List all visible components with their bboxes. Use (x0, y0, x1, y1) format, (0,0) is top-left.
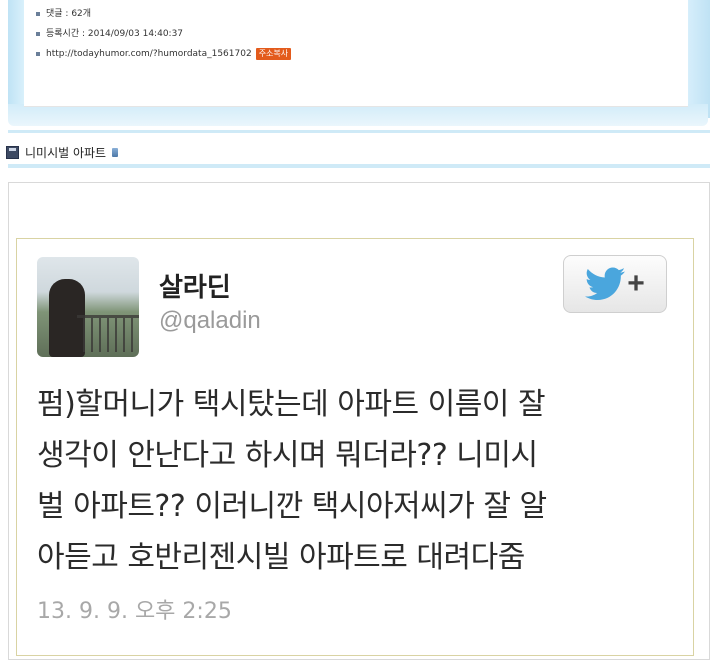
tweet-line: 벌 아파트?? 이러니깐 택시아저씨가 잘 알 (37, 489, 547, 524)
follow-button[interactable]: + (563, 255, 667, 313)
tweet-user-handle: @qaladin (159, 307, 261, 334)
frame-left (8, 0, 24, 112)
tweet-line: 펌)할머니가 택시탔는데 아파트 이름이 잘 (37, 387, 546, 422)
divider (8, 164, 710, 168)
tweet-text: 펌)할머니가 택시탔는데 아파트 이름이 잘 생각이 안난다고 하시며 뭐더라?… (37, 379, 677, 583)
floppy-disk-icon (6, 145, 19, 159)
tweet-screenshot: 살라딘 @qaladin + 펌)할머니가 택시탔는데 아파트 이름이 잘 생각… (16, 238, 694, 656)
frame-right (688, 0, 710, 118)
tweet-line: 아듣고 호반리젠시빌 아파트로 대려다줌 (37, 540, 525, 575)
post-title: 니미시벌 아파트 (25, 145, 107, 160)
post-title-row: 니미시벌 아파트 (6, 144, 119, 160)
post-meta-panel: 댓글 : 62개 등록시간 : 2014/09/03 14:40:37 http… (0, 0, 720, 128)
registered-time: 등록시간 : 2014/09/03 14:40:37 (46, 29, 184, 39)
bullet-icon (36, 12, 40, 16)
twitter-bird-icon (585, 267, 626, 300)
frame-bottom (8, 104, 708, 126)
tweet-user-name: 살라딘 (159, 273, 231, 303)
copy-url-button[interactable]: 주소복사 (255, 48, 292, 60)
follow-plus-label: + (627, 267, 645, 300)
avatar (37, 257, 139, 357)
meta-url: http://todayhumor.com/?humordata_1561702… (36, 44, 292, 64)
tweet-line: 생각이 안난다고 하시며 뭐더라?? 니미시 (37, 438, 538, 473)
tweet-timestamp: 13. 9. 9. 오후 2:25 (37, 599, 232, 624)
bullet-icon (36, 52, 40, 56)
meta-comments: 댓글 : 62개 (36, 4, 291, 24)
meta-registered: 등록시간 : 2014/09/03 14:40:37 (36, 24, 291, 44)
post-url-link[interactable]: http://todayhumor.com/?humordata_1561702 (46, 44, 252, 64)
bullet-icon (36, 32, 40, 36)
meta-content: 댓글 : 62개 등록시간 : 2014/09/03 14:40:37 http… (24, 0, 688, 107)
tag-icon (112, 147, 119, 157)
divider (8, 130, 710, 133)
comments-count: 댓글 : 62개 (46, 9, 92, 19)
meta-list: 댓글 : 62개 등록시간 : 2014/09/03 14:40:37 http… (36, 4, 292, 64)
